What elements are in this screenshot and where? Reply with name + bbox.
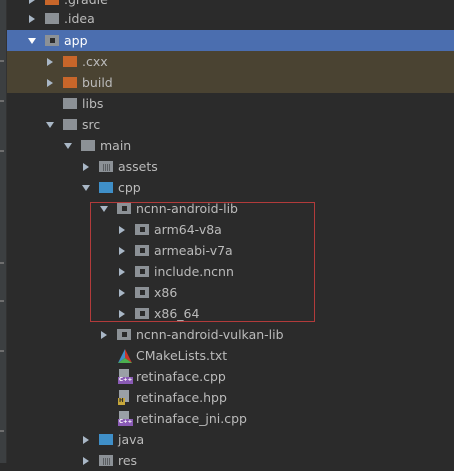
expand-arrow-icon[interactable]	[44, 56, 56, 68]
tree-node-retinaface-jni-cpp[interactable]: C++ retinaface_jni.cpp	[7, 408, 454, 429]
folder-icon	[63, 119, 77, 130]
tree-node-label: res	[118, 453, 138, 468]
tree-node-label: arm64-v8a	[154, 222, 222, 237]
tree-node-armeabi-v7a[interactable]: armeabi-v7a	[7, 240, 454, 261]
tree-node-label: x86	[154, 285, 178, 300]
collapse-arrow-icon[interactable]	[98, 203, 110, 215]
tree-node-label: libs	[82, 96, 104, 111]
tree-node-libs[interactable]: libs	[7, 93, 454, 114]
expand-arrow-icon[interactable]	[98, 329, 110, 341]
resources-folder-icon	[99, 455, 113, 466]
expand-arrow-icon[interactable]	[116, 266, 128, 278]
tree-node-ncnn-android-lib[interactable]: ncnn-android-lib	[7, 198, 454, 219]
tree-node-label: CMakeLists.txt	[136, 348, 228, 363]
collapse-arrow-icon[interactable]	[80, 182, 92, 194]
package-folder-icon	[135, 266, 149, 277]
expand-arrow-icon[interactable]	[116, 245, 128, 257]
resources-folder-icon	[99, 161, 113, 172]
tree-node-arm64-v8a[interactable]: arm64-v8a	[7, 219, 454, 240]
tree-node-label: retinaface_jni.cpp	[136, 411, 247, 426]
tree-node-src[interactable]: src	[7, 114, 454, 135]
package-folder-icon	[117, 203, 131, 214]
tree-node-label: build	[82, 75, 113, 90]
excluded-folder-icon	[63, 56, 77, 67]
tree-node-idea[interactable]: .idea	[7, 8, 454, 29]
tree-node-label: cpp	[118, 180, 141, 195]
expand-arrow-icon[interactable]	[116, 308, 128, 320]
package-folder-icon	[117, 329, 131, 340]
tree-node-label: main	[100, 138, 132, 153]
collapse-arrow-icon[interactable]	[62, 140, 74, 152]
collapse-arrow-icon[interactable]	[44, 119, 56, 131]
tree-node-label: .idea	[64, 11, 95, 26]
tree-node-cpp[interactable]: cpp	[7, 177, 454, 198]
tree-node-label: x86_64	[154, 306, 200, 321]
tool-window-strip	[0, 0, 7, 463]
source-folder-icon	[99, 434, 113, 445]
tree-node-assets[interactable]: assets	[7, 156, 454, 177]
expand-arrow-icon[interactable]	[80, 161, 92, 173]
expand-arrow-icon[interactable]	[26, 13, 38, 25]
tree-node-label: ncnn-android-lib	[136, 201, 238, 216]
header-file-icon: H	[118, 390, 131, 405]
package-folder-icon	[135, 224, 149, 235]
tree-node-label: java	[118, 432, 145, 447]
tree-node-app[interactable]: app	[7, 30, 454, 51]
folder-icon	[81, 140, 95, 151]
tree-node-label: .cxx	[82, 54, 108, 69]
tree-node-label: retinaface.cpp	[136, 369, 226, 384]
expand-arrow-icon[interactable]	[116, 287, 128, 299]
collapse-arrow-icon[interactable]	[26, 35, 38, 47]
tree-node-java[interactable]: java	[7, 429, 454, 450]
folder-icon	[63, 98, 77, 109]
folder-icon	[45, 0, 59, 5]
tree-node-include-ncnn[interactable]: include.ncnn	[7, 261, 454, 282]
source-folder-icon	[99, 182, 113, 193]
expand-arrow-icon[interactable]	[44, 77, 56, 89]
tree-node-x86[interactable]: x86	[7, 282, 454, 303]
tree-node-label: include.ncnn	[154, 264, 234, 279]
tree-node-cmakelists[interactable]: CMakeLists.txt	[7, 345, 454, 366]
tree-node-build[interactable]: build	[7, 72, 454, 93]
tree-node-retinaface-cpp[interactable]: C++ retinaface.cpp	[7, 366, 454, 387]
tree-node-main[interactable]: main	[7, 135, 454, 156]
excluded-folder-icon	[63, 77, 77, 88]
cpp-file-icon: C++	[118, 369, 134, 384]
tree-node-label: src	[82, 117, 101, 132]
tree-node-cxx[interactable]: .cxx	[7, 51, 454, 72]
package-folder-icon	[135, 308, 149, 319]
folder-icon	[45, 13, 59, 24]
module-folder-icon	[45, 35, 59, 46]
tree-node-label: armeabi-v7a	[154, 243, 233, 258]
package-folder-icon	[135, 245, 149, 256]
expand-arrow-icon[interactable]	[80, 455, 92, 467]
tree-node-retinaface-hpp[interactable]: H retinaface.hpp	[7, 387, 454, 408]
cpp-file-icon: C++	[118, 411, 134, 426]
expand-arrow-icon[interactable]	[116, 224, 128, 236]
tree-node-res[interactable]: res	[7, 450, 454, 471]
tree-node-ncnn-android-vulkan-lib[interactable]: ncnn-android-vulkan-lib	[7, 324, 454, 345]
tree-node-label: assets	[118, 159, 158, 174]
tree-node-label: retinaface.hpp	[136, 390, 227, 405]
cmake-icon	[118, 349, 132, 363]
tree-node-label: ncnn-android-vulkan-lib	[136, 327, 284, 342]
project-tree: .gradle .idea app .cxx build libs src	[7, 0, 454, 468]
tree-node-label: app	[64, 33, 88, 48]
package-folder-icon	[135, 287, 149, 298]
expand-arrow-icon[interactable]	[26, 0, 38, 6]
expand-arrow-icon[interactable]	[80, 434, 92, 446]
tree-node-x86-64[interactable]: x86_64	[7, 303, 454, 324]
